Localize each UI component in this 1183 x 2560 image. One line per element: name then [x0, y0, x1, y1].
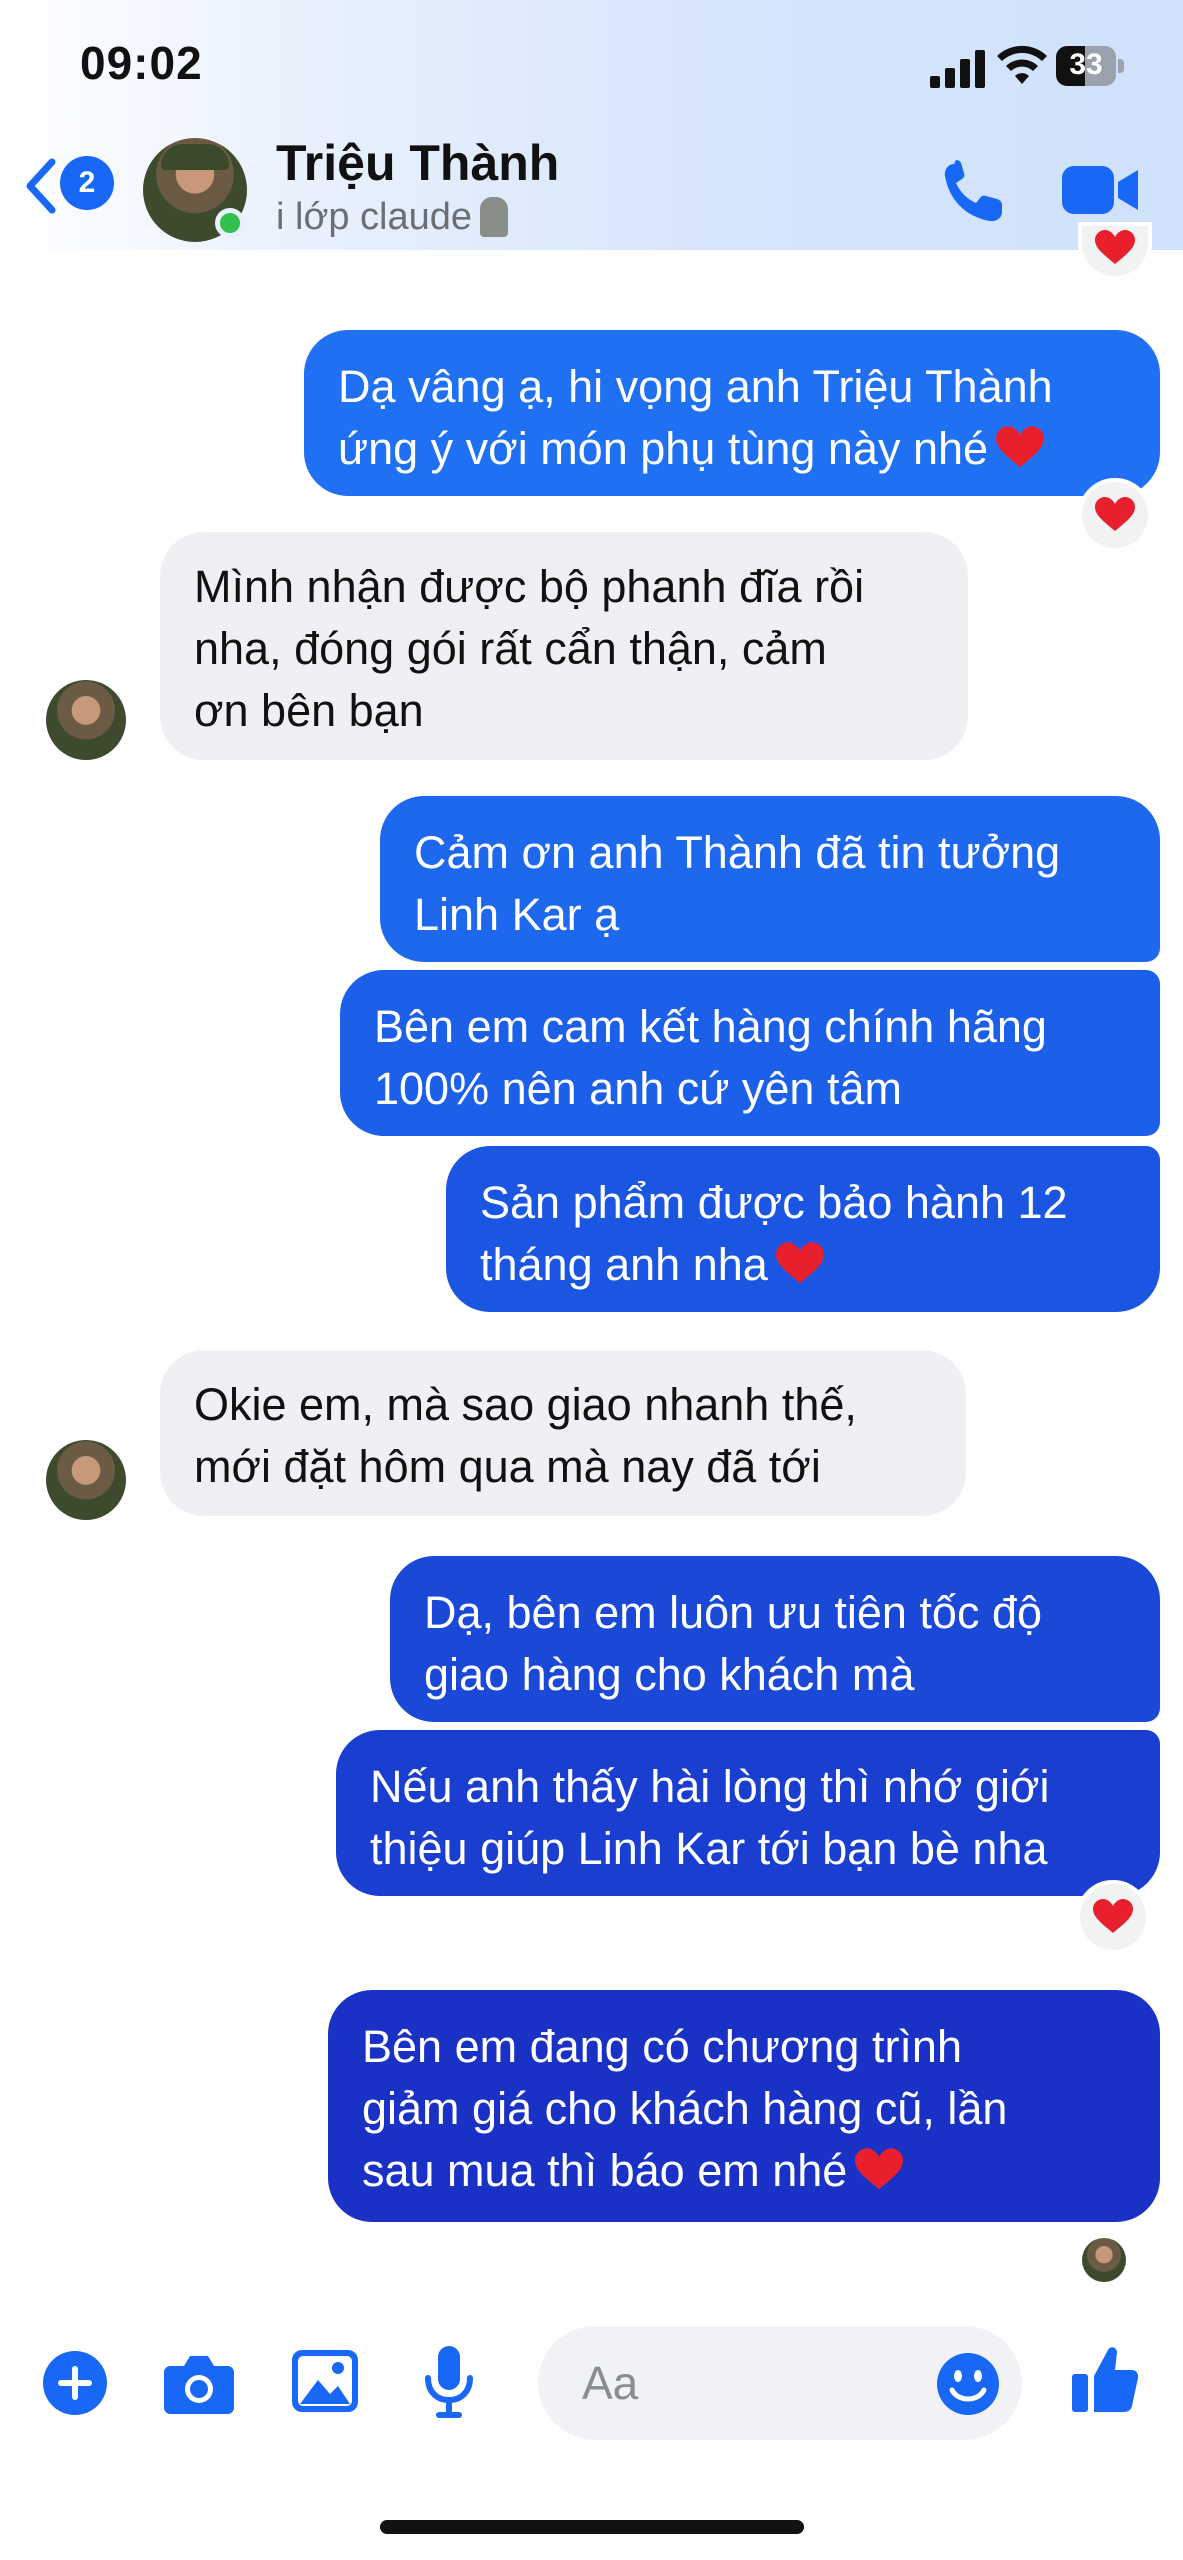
- battery-icon: 33: [1056, 46, 1126, 86]
- battery-level: 33: [1069, 48, 1103, 81]
- heart-emoji-icon: [855, 2148, 904, 2190]
- thumbs-up-icon[interactable]: [1072, 2344, 1138, 2414]
- contact-subtitle-text: i lớp claude: [276, 196, 473, 238]
- message-text: Dạ, bên em luôn ưu tiên tốc độ giao hàng…: [424, 1587, 1043, 1700]
- message-text: Sản phẩm được bảo hành 12 tháng anh nha: [480, 1177, 1068, 1290]
- unread-count-badge[interactable]: 2: [60, 156, 114, 210]
- back-chevron-icon[interactable]: [22, 156, 62, 216]
- outgoing-message[interactable]: Nếu anh thấy hài lòng thì nhớ giới thiệu…: [336, 1730, 1160, 1896]
- video-call-icon[interactable]: [1062, 160, 1140, 220]
- contact-avatar-small[interactable]: [46, 1440, 126, 1520]
- moai-emoji-icon: [480, 197, 509, 237]
- message-input-placeholder: Aa: [582, 2357, 639, 2409]
- message-text: Okie em, mà sao giao nhanh thế, mới đặt …: [194, 1379, 857, 1492]
- emoji-icon[interactable]: [936, 2352, 1000, 2416]
- contact-subtitle: i lớp claude: [276, 196, 509, 239]
- incoming-message[interactable]: Mình nhận được bộ phanh đĩa rồi nha, đón…: [160, 532, 968, 760]
- home-indicator: [380, 2520, 804, 2534]
- status-bar: 09:02 33: [0, 0, 1183, 130]
- phone-call-icon[interactable]: [940, 158, 1006, 224]
- message-text: Bên em đang có chương trình giảm giá cho…: [362, 2021, 1008, 2196]
- wifi-icon: [997, 45, 1047, 84]
- message-input[interactable]: Aa: [538, 2326, 1022, 2440]
- outgoing-message[interactable]: Dạ vâng ạ, hi vọng anh Triệu Thành ứng ý…: [304, 330, 1160, 496]
- seen-receipt-avatar: [1082, 2238, 1126, 2282]
- outgoing-message[interactable]: Cảm ơn anh Thành đã tin tưởng Linh Kar ạ: [380, 796, 1160, 962]
- microphone-icon[interactable]: [424, 2346, 474, 2418]
- gallery-icon[interactable]: [292, 2350, 358, 2412]
- message-text: Dạ vâng ạ, hi vọng anh Triệu Thành ứng ý…: [338, 361, 1053, 474]
- conversation-header: 2 Triệu Thành i lớp claude: [0, 130, 1183, 250]
- heart-emoji-icon: [996, 426, 1045, 468]
- cellular-signal-icon: [930, 50, 985, 88]
- message-text: Mình nhận được bộ phanh đĩa rồi nha, đón…: [194, 561, 865, 736]
- contact-name[interactable]: Triệu Thành: [276, 134, 559, 192]
- outgoing-message[interactable]: Sản phẩm được bảo hành 12 tháng anh nha: [446, 1146, 1160, 1312]
- outgoing-message[interactable]: Bên em đang có chương trình giảm giá cho…: [328, 1990, 1160, 2222]
- plus-icon[interactable]: [42, 2350, 108, 2416]
- message-text: Cảm ơn anh Thành đã tin tưởng Linh Kar ạ: [414, 827, 1061, 940]
- status-time: 09:02: [80, 37, 203, 89]
- contact-avatar-small[interactable]: [46, 680, 126, 760]
- online-status-dot: [215, 208, 245, 238]
- heart-icon: [1093, 1899, 1133, 1933]
- incoming-message[interactable]: Okie em, mà sao giao nhanh thế, mới đặt …: [160, 1350, 966, 1516]
- message-text: Bên em cam kết hàng chính hãng 100% nên …: [374, 1001, 1047, 1114]
- heart-reaction[interactable]: [1078, 222, 1152, 280]
- camera-icon[interactable]: [164, 2352, 234, 2414]
- outgoing-message[interactable]: Bên em cam kết hàng chính hãng 100% nên …: [340, 970, 1160, 1136]
- heart-icon: [1095, 230, 1135, 264]
- heart-reaction[interactable]: [1078, 478, 1152, 552]
- heart-reaction[interactable]: [1076, 1880, 1150, 1954]
- heart-emoji-icon: [775, 1242, 824, 1284]
- message-composer: Aa: [0, 2300, 1183, 2460]
- outgoing-message[interactable]: Dạ, bên em luôn ưu tiên tốc độ giao hàng…: [390, 1556, 1160, 1722]
- heart-icon: [1095, 497, 1135, 531]
- message-text: Nếu anh thấy hài lòng thì nhớ giới thiệu…: [370, 1761, 1050, 1874]
